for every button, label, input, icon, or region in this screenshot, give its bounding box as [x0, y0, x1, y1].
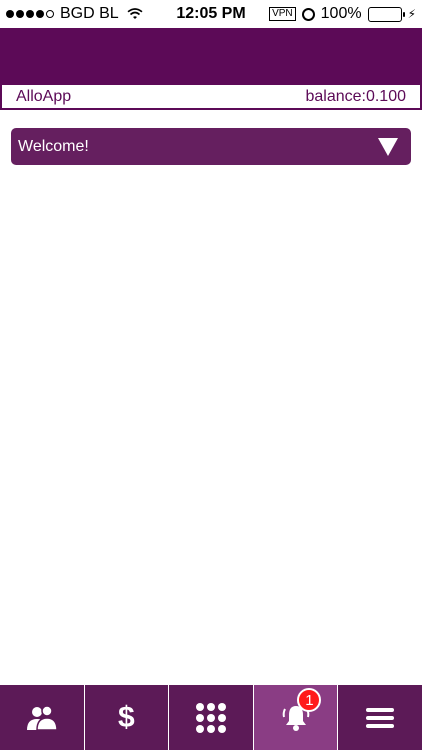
alarm-icon	[301, 7, 315, 21]
battery-percent: 100%	[320, 5, 362, 22]
dollar-icon: $	[118, 700, 135, 734]
tab-notifications[interactable]: 1	[253, 685, 339, 750]
menu-icon	[366, 704, 395, 732]
welcome-label: Welcome!	[18, 137, 89, 155]
dialpad-icon	[195, 702, 226, 733]
status-right: VPN 100% ⚡	[269, 5, 416, 23]
app-name: AlloApp	[16, 87, 72, 105]
balance-label: balance:0.100	[305, 87, 406, 105]
tab-dialpad[interactable]	[169, 685, 254, 750]
charging-icon: ⚡	[407, 7, 416, 21]
status-bar: BGD BL 12:05 PM VPN 100% ⚡	[0, 0, 422, 28]
battery-icon	[367, 6, 405, 22]
app-info-bar: AlloApp balance:0.100	[0, 85, 422, 110]
header-band	[0, 28, 422, 85]
notification-badge: 1	[297, 688, 322, 712]
tab-menu[interactable]	[338, 685, 422, 750]
vpn-indicator: VPN	[269, 7, 296, 21]
tab-credit[interactable]: $	[85, 685, 170, 750]
tab-contacts[interactable]	[0, 685, 85, 750]
contacts-icon	[26, 704, 58, 731]
dropdown-arrow-icon[interactable]	[378, 138, 398, 156]
welcome-dropdown[interactable]: Welcome!	[11, 128, 411, 165]
bottom-tab-bar: $ 1	[0, 685, 422, 750]
